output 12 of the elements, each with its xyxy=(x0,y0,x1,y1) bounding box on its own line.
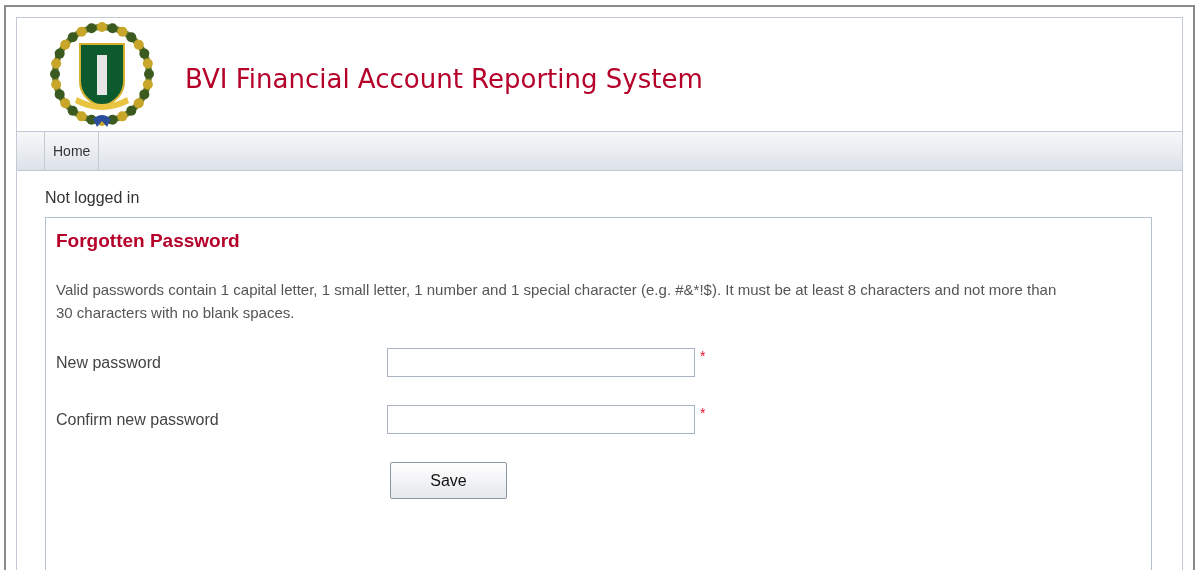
form-title: Forgotten Password xyxy=(56,230,241,252)
password-rules-text: Valid passwords contain 1 capital letter, 1 small letter, 1 number and 1 special character (e.g. #&*!$). It must be at least 8 characters and not more than 30 characters with no blank spaces. xyxy=(56,280,1058,323)
required-mark: * xyxy=(700,348,706,364)
field-label: Confirm new password xyxy=(56,410,220,429)
save-button[interactable]: Save xyxy=(390,462,507,499)
password-field[interactable] xyxy=(387,405,695,434)
required-mark: * xyxy=(700,405,706,421)
field-label: New password xyxy=(56,353,162,372)
site-title: BVI Financial Account Reporting System xyxy=(185,63,703,94)
password-field[interactable] xyxy=(387,348,695,377)
login-status: Not logged in xyxy=(45,189,141,207)
nav-tab[interactable]: Home xyxy=(44,132,100,170)
